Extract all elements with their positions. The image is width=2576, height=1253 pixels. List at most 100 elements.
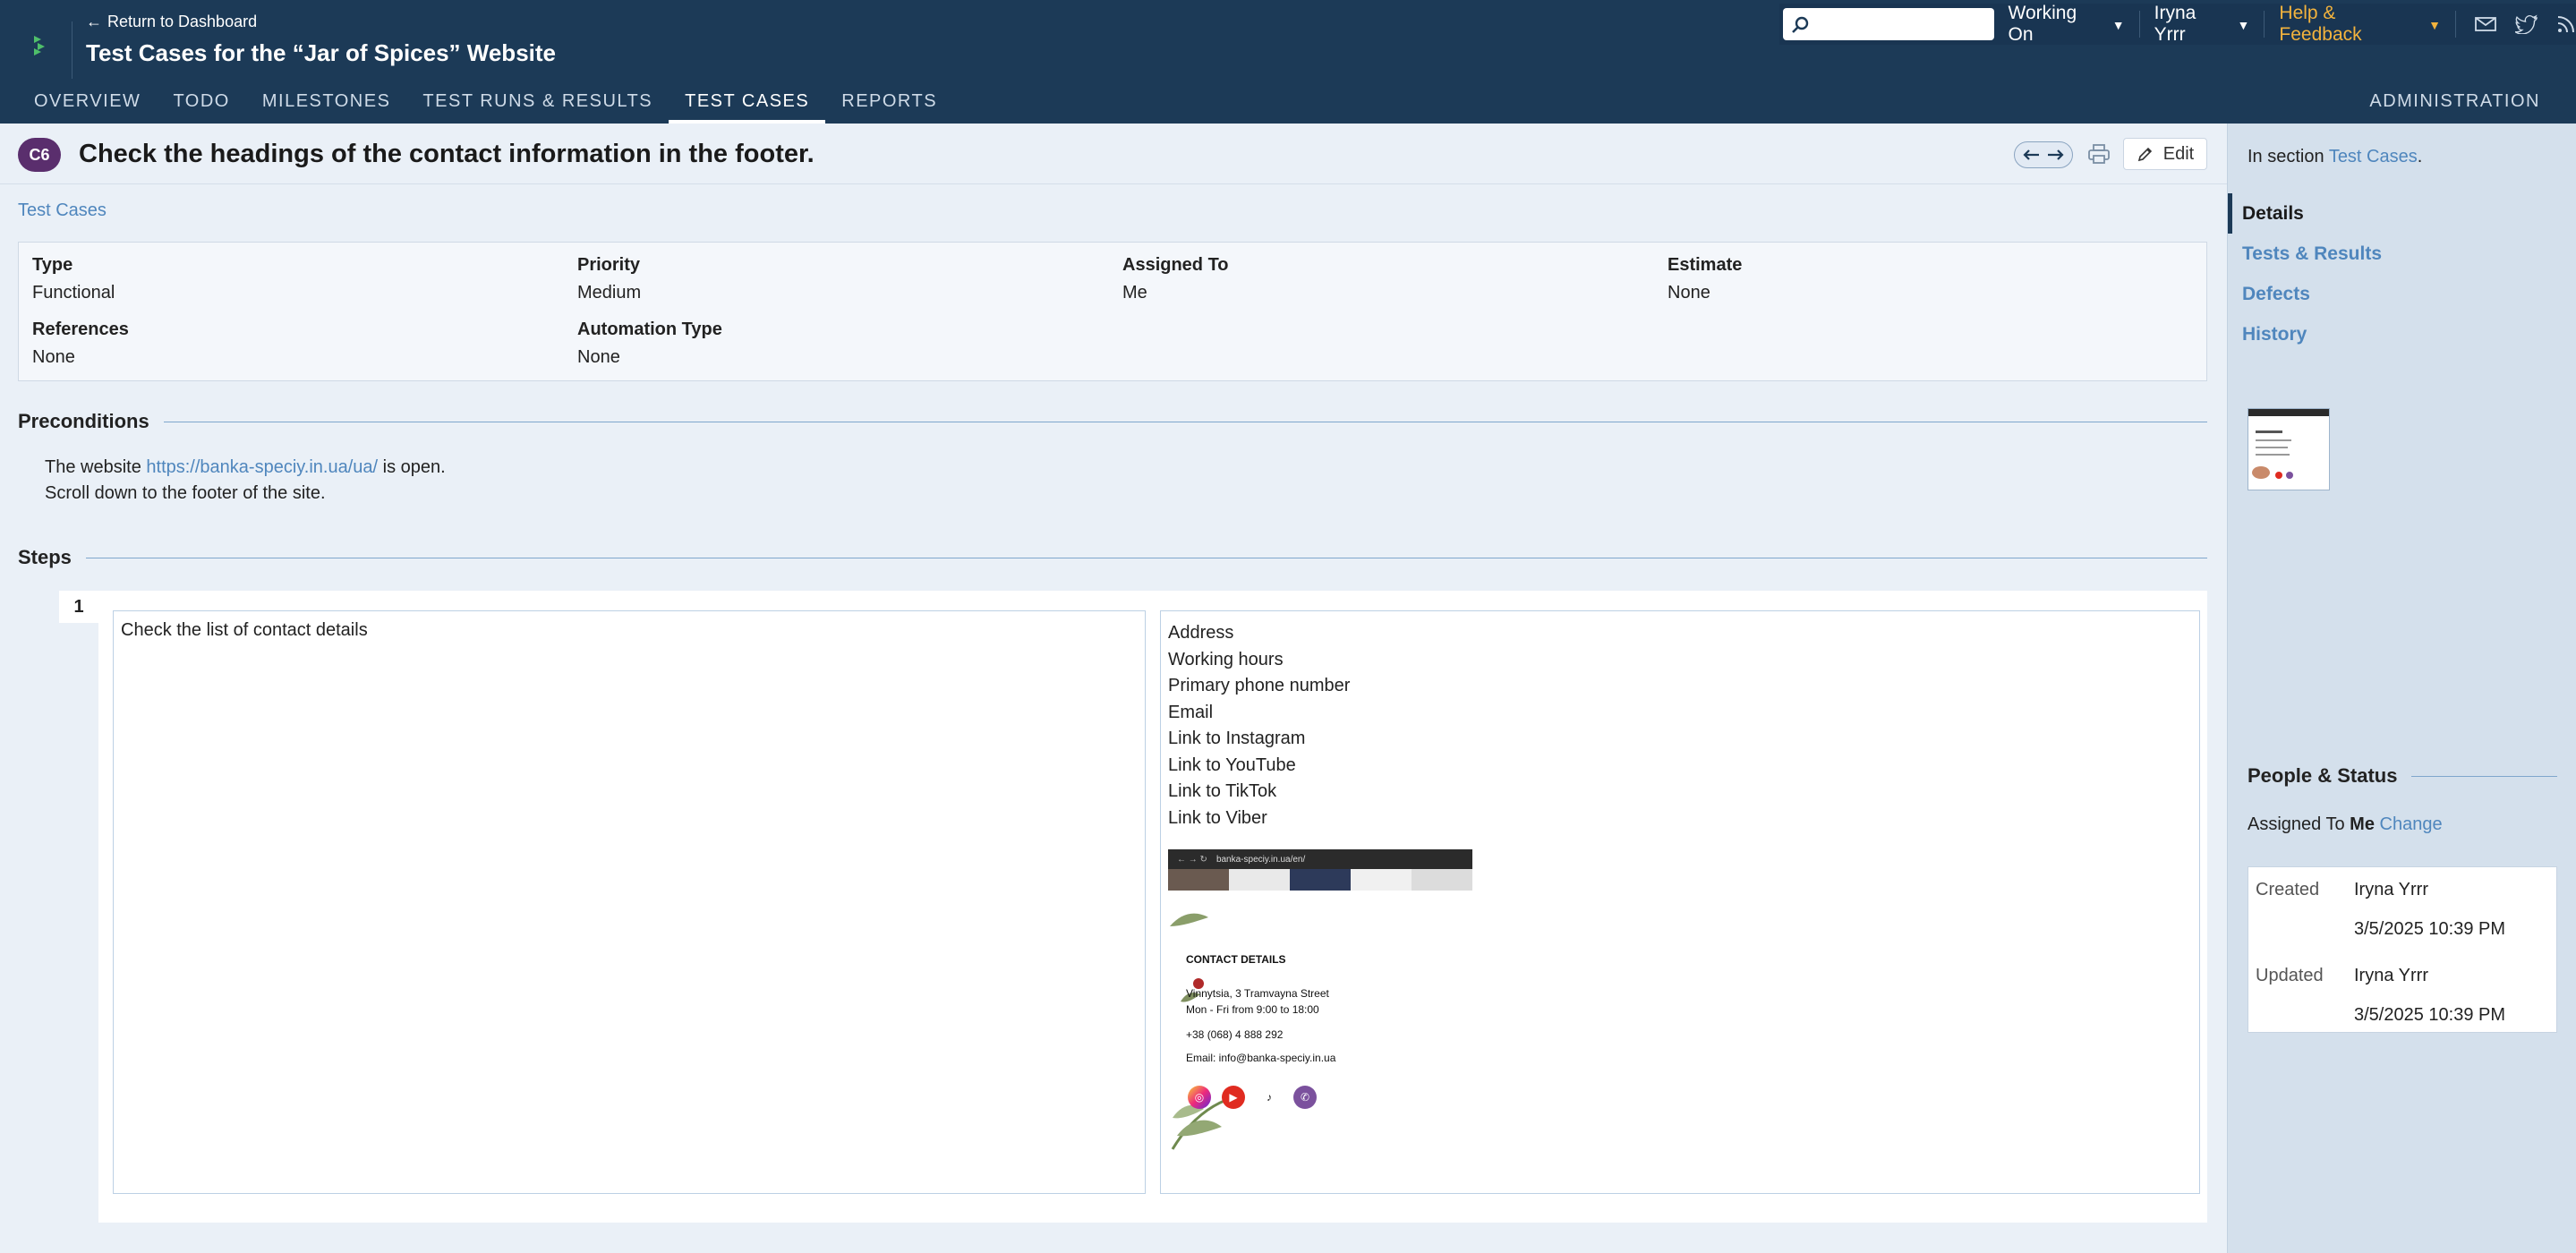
print-button[interactable] — [2086, 140, 2112, 168]
field-type: Type Functional — [32, 255, 115, 303]
website-link[interactable]: https://banka-speciy.in.ua/ua/ — [146, 457, 378, 477]
app-logo-icon[interactable] — [29, 32, 61, 59]
return-to-dashboard-link[interactable]: ← Return to Dashboard — [86, 13, 257, 31]
screenshot-browser-bar: ← → ↻ banka-speciy.in.ua/en/ — [1168, 849, 1472, 869]
help-feedback-menu[interactable]: Help & Feedback ▼ — [2265, 3, 2455, 45]
updated-label: Updated — [2256, 966, 2324, 985]
thumb-dot — [2286, 472, 2293, 479]
step-content-text: Check the list of contact details — [121, 620, 368, 640]
precondition-line-2: Scroll down to the footer of the site. — [45, 483, 326, 503]
screenshot-email: Email: info@banka-speciy.in.ua — [1186, 1052, 1336, 1064]
help-label: Help & Feedback — [2279, 3, 2362, 45]
case-title-row: C6 Check the headings of the contact inf… — [0, 124, 2227, 184]
updated-by: Iryna Yrrr — [2354, 966, 2428, 985]
thumb-line — [2256, 430, 2282, 433]
chevron-down-icon: ▼ — [2237, 18, 2250, 32]
working-on-menu[interactable]: Working On ▼ — [1994, 3, 2139, 45]
expected-list: Address Working hours Primary phone numb… — [1168, 620, 2192, 831]
sidebar-item-details[interactable]: Details — [2228, 193, 2576, 234]
thumb-line — [2256, 447, 2288, 448]
field-assigned-to: Assigned To Me — [1122, 255, 1229, 303]
tab-test-runs-results[interactable]: TEST RUNS & RESULTS — [406, 84, 669, 124]
attached-screenshot[interactable]: ← → ↻ banka-speciy.in.ua/en/ CONTACT DET… — [1168, 849, 1472, 1154]
browser-nav-icon: ← → ↻ — [1177, 854, 1207, 865]
expected-item: Primary phone number — [1168, 676, 1351, 695]
field-priority-label: Priority — [577, 255, 641, 275]
tab-todo[interactable]: TODO — [157, 84, 245, 124]
tab-milestones[interactable]: MILESTONES — [246, 84, 407, 124]
assigned-name: Me — [2350, 814, 2375, 834]
field-assigned-value: Me — [1122, 283, 1147, 303]
edit-label: Edit — [2162, 143, 2195, 164]
project-title: Test Cases for the “Jar of Spices” Websi… — [86, 39, 556, 66]
right-sidebar: In section Test Cases. Details Tests & R… — [2227, 124, 2576, 1253]
people-status-heading: People & Status — [2248, 764, 2557, 788]
youtube-icon: ▶ — [1222, 1086, 1245, 1109]
field-estimate-label: Estimate — [1668, 255, 1743, 275]
screenshot-banner — [1168, 869, 1472, 891]
section-link[interactable]: Test Cases — [2329, 147, 2418, 166]
field-estimate: Estimate None — [1668, 255, 1742, 303]
assigned-to-row: Assigned To Me Change — [2248, 814, 2443, 835]
sidebar-item-defects[interactable]: Defects — [2228, 274, 2576, 314]
edit-button[interactable]: Edit — [2123, 138, 2207, 170]
field-assigned-label: Assigned To — [1122, 255, 1229, 275]
sidebar-nav: Details Tests & Results Defects History — [2228, 193, 2576, 354]
twitter-icon[interactable] — [2515, 14, 2538, 34]
change-assignee-link[interactable]: Change — [2380, 814, 2443, 834]
working-on-label: Working On — [2008, 3, 2077, 45]
screenshot-address: Vinnytsia, 3 Tramvayna Street — [1186, 987, 1329, 1000]
tab-test-cases[interactable]: TEST CASES — [669, 84, 826, 124]
field-automation-type: Automation Type None — [577, 320, 722, 368]
next-case-icon[interactable] — [2046, 148, 2066, 162]
tab-overview[interactable]: OVERVIEW — [18, 84, 157, 124]
search-box[interactable] — [1783, 8, 1994, 40]
step-expected-result: Address Working hours Primary phone numb… — [1160, 610, 2200, 1194]
search-icon — [1792, 16, 1809, 33]
section-divider — [2411, 775, 2557, 777]
tab-administration[interactable]: ADMINISTRATION — [2369, 91, 2540, 112]
main-content: C6 Check the headings of the contact inf… — [0, 124, 2227, 1253]
user-name: Iryna Yrrr — [2154, 3, 2196, 45]
case-fields-box: Type Functional Priority Medium Assigned… — [18, 242, 2207, 381]
screenshot-hours: Mon - Fri from 9:00 to 18:00 — [1186, 1003, 1319, 1016]
tab-reports[interactable]: REPORTS — [825, 84, 953, 124]
viber-icon: ✆ — [1293, 1086, 1317, 1109]
expected-item: Link to YouTube — [1168, 754, 1296, 775]
plant-decoration-icon — [1171, 1098, 1227, 1150]
in-section-prefix: In section — [2248, 147, 2329, 166]
return-label: Return to Dashboard — [107, 13, 258, 30]
logo-separator — [72, 21, 73, 79]
mail-icon[interactable] — [2474, 15, 2497, 33]
step-number: 1 — [59, 591, 98, 623]
rss-icon[interactable] — [2556, 14, 2576, 34]
printer-icon — [2088, 144, 2110, 164]
preconditions-heading: Preconditions — [18, 410, 2207, 433]
arrow-left-icon: ← — [86, 13, 102, 30]
sidebar-item-history[interactable]: History — [2228, 314, 2576, 354]
field-automation-label: Automation Type — [577, 320, 722, 339]
main-nav: OVERVIEW TODO MILESTONES TEST RUNS & RES… — [18, 84, 953, 124]
created-label: Created — [2256, 880, 2320, 899]
expected-item: Link to TikTok — [1168, 781, 1277, 801]
user-menu[interactable]: Iryna Yrrr ▼ — [2140, 3, 2265, 45]
expected-item: Working hours — [1168, 649, 1284, 669]
search-input[interactable] — [1783, 8, 1994, 40]
in-section-text: In section Test Cases. — [2248, 147, 2422, 167]
sidebar-item-tests-results[interactable]: Tests & Results — [2228, 234, 2576, 274]
created-by: Iryna Yrrr — [2354, 880, 2428, 899]
top-icons — [2456, 14, 2576, 34]
case-title: Check the headings of the contact inform… — [79, 140, 815, 168]
attachment-thumbnail[interactable] — [2248, 408, 2330, 490]
previous-case-icon[interactable] — [2021, 148, 2041, 162]
thumb-line — [2256, 439, 2291, 441]
app-header: ← Return to Dashboard Test Cases for the… — [0, 0, 2576, 124]
instagram-icon: ◎ — [1188, 1086, 1211, 1109]
field-references-value: None — [32, 347, 75, 367]
tiktok-icon: ♪ — [1258, 1086, 1281, 1109]
prev-next-navigator — [2014, 141, 2073, 168]
expected-item: Link to Instagram — [1168, 729, 1306, 748]
breadcrumb-test-cases[interactable]: Test Cases — [18, 200, 107, 221]
in-section-suffix: . — [2417, 147, 2423, 166]
thumb-bar — [2248, 409, 2329, 416]
